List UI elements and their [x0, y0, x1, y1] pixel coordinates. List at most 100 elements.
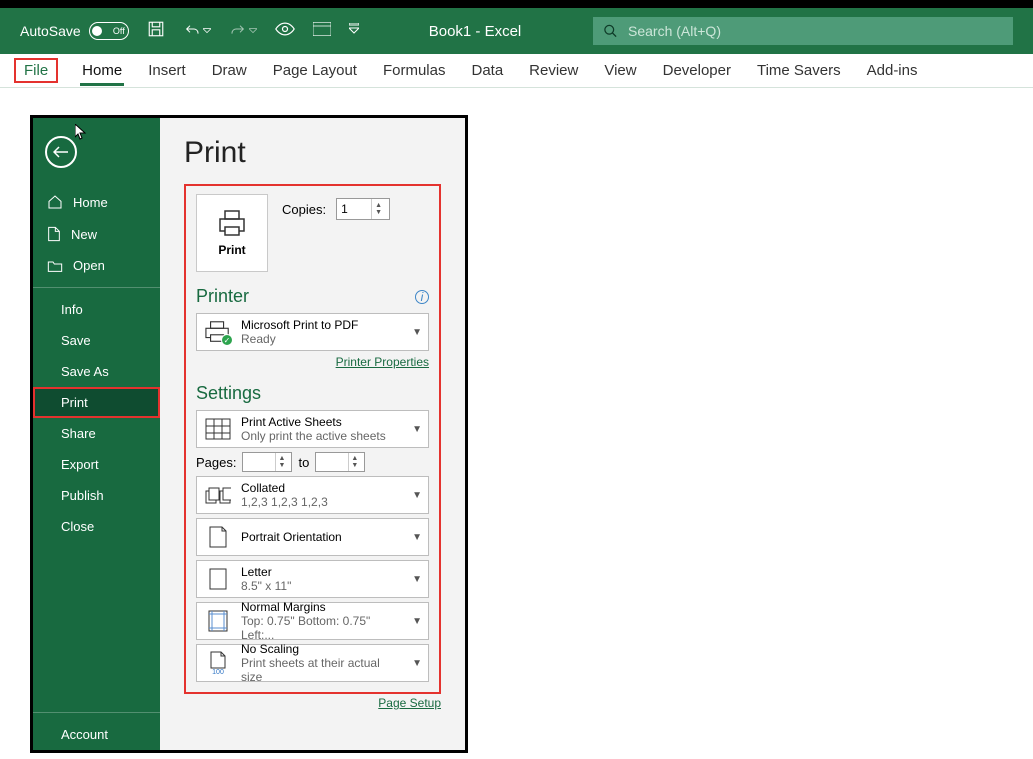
chevron-down-icon: ▼ — [412, 574, 422, 585]
folder-icon — [47, 259, 63, 273]
chevron-down-icon: ▼ — [412, 616, 422, 627]
print-button-label: Print — [218, 243, 245, 257]
print-button[interactable]: Print — [196, 194, 268, 272]
combo-title: Collated — [241, 481, 404, 495]
tab-review[interactable]: Review — [527, 56, 580, 85]
combo-title: Letter — [241, 565, 404, 579]
tab-view[interactable]: View — [602, 56, 638, 85]
printer-name: Microsoft Print to PDF — [241, 318, 404, 332]
autosave-pill[interactable]: Off — [89, 22, 129, 40]
tab-time-savers[interactable]: Time Savers — [755, 56, 843, 85]
chevron-down-icon: ▼ — [412, 424, 422, 435]
cursor-icon — [75, 124, 87, 143]
tab-formulas[interactable]: Formulas — [381, 56, 448, 85]
tab-draw[interactable]: Draw — [210, 56, 249, 85]
orientation-selector[interactable]: Portrait Orientation ▼ — [196, 518, 429, 556]
sidebar-label: Open — [73, 258, 105, 273]
sidebar-label: Publish — [61, 488, 104, 503]
sidebar-item-save-as[interactable]: Save As — [33, 356, 160, 387]
sheets-icon — [203, 418, 233, 440]
undo-icon[interactable] — [183, 23, 211, 39]
margins-icon — [203, 610, 233, 632]
print-what-selector[interactable]: Print Active Sheets Only print the activ… — [196, 410, 429, 448]
sidebar-label: New — [71, 227, 97, 242]
tab-home[interactable]: Home — [80, 56, 124, 86]
page-icon — [203, 568, 233, 590]
sidebar-item-share[interactable]: Share — [33, 418, 160, 449]
back-button[interactable] — [45, 136, 77, 168]
eye-icon[interactable] — [275, 22, 295, 41]
chevron-down-icon: ▼ — [412, 658, 422, 669]
combo-title: No Scaling — [241, 642, 404, 656]
search-input[interactable] — [628, 23, 1003, 39]
backstage-sidebar: Home New Open Info Save Save As Print Sh… — [33, 118, 160, 750]
tab-insert[interactable]: Insert — [146, 56, 188, 85]
pages-to-label: to — [298, 455, 309, 470]
sidebar-item-account[interactable]: Account — [33, 719, 160, 750]
copies-input[interactable] — [337, 202, 371, 216]
tab-file[interactable]: File — [14, 58, 58, 83]
autosave-toggle[interactable]: AutoSave Off — [20, 22, 129, 40]
info-icon[interactable]: i — [415, 290, 429, 304]
printer-status: Ready — [241, 332, 404, 346]
combo-sub: Top: 0.75" Bottom: 0.75" Left:... — [241, 614, 404, 642]
pages-to-input[interactable]: ▲▼ — [315, 452, 365, 472]
settings-section-header: Settings — [196, 383, 261, 404]
autosave-label: AutoSave — [20, 23, 81, 39]
chevron-down-icon: ▼ — [412, 532, 422, 543]
customize-qat-icon[interactable] — [349, 22, 359, 40]
sidebar-label: Save As — [61, 364, 109, 379]
sidebar-item-export[interactable]: Export — [33, 449, 160, 480]
printer-icon: ✓ — [203, 319, 233, 345]
scaling-icon: 100 — [203, 651, 233, 676]
tab-page-layout[interactable]: Page Layout — [271, 56, 359, 85]
portrait-icon — [203, 526, 233, 548]
check-badge-icon: ✓ — [221, 334, 233, 346]
sidebar-label: Share — [61, 426, 96, 441]
copies-spinner[interactable]: ▲▼ — [336, 198, 390, 220]
collated-icon — [203, 486, 233, 504]
sidebar-label: Info — [61, 302, 83, 317]
sidebar-item-publish[interactable]: Publish — [33, 480, 160, 511]
sidebar-item-home[interactable]: Home — [33, 186, 160, 218]
sidebar-item-close[interactable]: Close — [33, 511, 160, 542]
sidebar-item-new[interactable]: New — [33, 218, 160, 250]
printer-selector[interactable]: ✓ Microsoft Print to PDF Ready ▼ — [196, 313, 429, 351]
combo-sub: Only print the active sheets — [241, 429, 404, 443]
window-icon[interactable] — [313, 22, 331, 41]
combo-title: Portrait Orientation — [241, 530, 404, 544]
title-bar: AutoSave Off Book1 - Excel — [0, 8, 1033, 54]
scaling-selector[interactable]: 100 No Scaling Print sheets at their act… — [196, 644, 429, 682]
sidebar-label: Close — [61, 519, 94, 534]
tab-addins[interactable]: Add-ins — [865, 56, 920, 85]
page-title: Print — [184, 136, 441, 170]
sidebar-label: Account — [61, 727, 108, 742]
sidebar-label: Save — [61, 333, 91, 348]
file-icon — [47, 226, 61, 242]
margins-selector[interactable]: Normal Margins Top: 0.75" Bottom: 0.75" … — [196, 602, 429, 640]
save-icon[interactable] — [147, 20, 165, 43]
collation-selector[interactable]: Collated 1,2,3 1,2,3 1,2,3 ▼ — [196, 476, 429, 514]
backstage-main: Print Print Copies: ▲▼ Printer i — [160, 118, 465, 750]
quick-access-toolbar — [147, 20, 359, 43]
sidebar-item-info[interactable]: Info — [33, 294, 160, 325]
page-setup-link[interactable]: Page Setup — [184, 696, 441, 710]
paper-selector[interactable]: Letter 8.5" x 11" ▼ — [196, 560, 429, 598]
combo-title: Print Active Sheets — [241, 415, 404, 429]
sidebar-item-print[interactable]: Print — [33, 387, 160, 418]
chevron-down-icon: ▼ — [412, 327, 422, 338]
pages-from-input[interactable]: ▲▼ — [242, 452, 292, 472]
home-icon — [47, 194, 63, 210]
sidebar-item-open[interactable]: Open — [33, 250, 160, 281]
combo-title: Normal Margins — [241, 600, 404, 614]
redo-icon[interactable] — [229, 23, 257, 39]
tab-developer[interactable]: Developer — [661, 56, 733, 85]
sidebar-label: Export — [61, 457, 99, 472]
sidebar-item-save[interactable]: Save — [33, 325, 160, 356]
document-title: Book1 - Excel — [429, 23, 593, 40]
printer-section-header: Printer — [196, 286, 249, 307]
printer-properties-link[interactable]: Printer Properties — [196, 355, 429, 369]
search-box[interactable] — [593, 17, 1013, 45]
spinner-buttons[interactable]: ▲▼ — [371, 199, 385, 219]
tab-data[interactable]: Data — [469, 56, 505, 85]
